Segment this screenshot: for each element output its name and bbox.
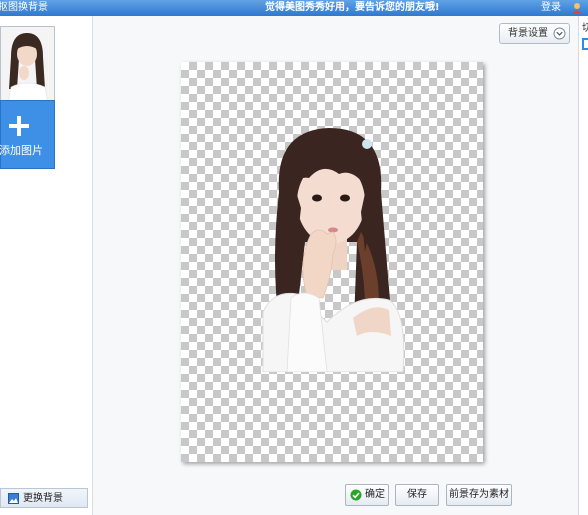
save-button[interactable]: 保存	[395, 484, 439, 506]
save-foreground-button[interactable]: 前景存为素材	[446, 484, 512, 506]
chevron-down-icon	[553, 27, 566, 40]
confirm-label: 确定	[365, 489, 385, 500]
replace-bg-label: 更换背景	[23, 493, 63, 504]
confirm-button[interactable]: 确定	[345, 484, 389, 506]
title-bar: 抠图换背景 觉得美图秀秀好用，要告诉您的朋友哦! 登录	[0, 0, 588, 16]
plus-icon	[9, 116, 29, 136]
background-settings-label: 背景设置	[508, 28, 548, 39]
add-image-label: 添加图片	[0, 144, 43, 157]
image-thumbnail[interactable]	[0, 26, 55, 111]
add-image-button[interactable]: 添加图片	[0, 100, 55, 169]
left-panel: 添加图片 更换背景	[0, 16, 93, 515]
user-icon[interactable]	[571, 2, 583, 14]
cutout-canvas[interactable]	[181, 62, 483, 462]
thumbnail-image	[1, 27, 54, 111]
background-settings-dropdown[interactable]: 背景设置	[499, 23, 570, 44]
replace-background-button[interactable]: 更换背景	[0, 488, 88, 508]
replace-bg-icon	[8, 493, 19, 504]
canvas-area: 背景设置 确定 保存 前景存为素材	[93, 16, 578, 515]
right-panel: 切	[578, 16, 588, 515]
cutout-portrait	[262, 128, 405, 372]
right-panel-tab[interactable]	[582, 38, 588, 50]
cut-label: 切	[582, 23, 588, 34]
slogan-text: 觉得美图秀秀好用，要告诉您的朋友哦!	[265, 2, 440, 13]
app-title: 抠图换背景	[0, 2, 48, 13]
login-link[interactable]: 登录	[541, 1, 561, 14]
check-icon	[350, 489, 362, 501]
